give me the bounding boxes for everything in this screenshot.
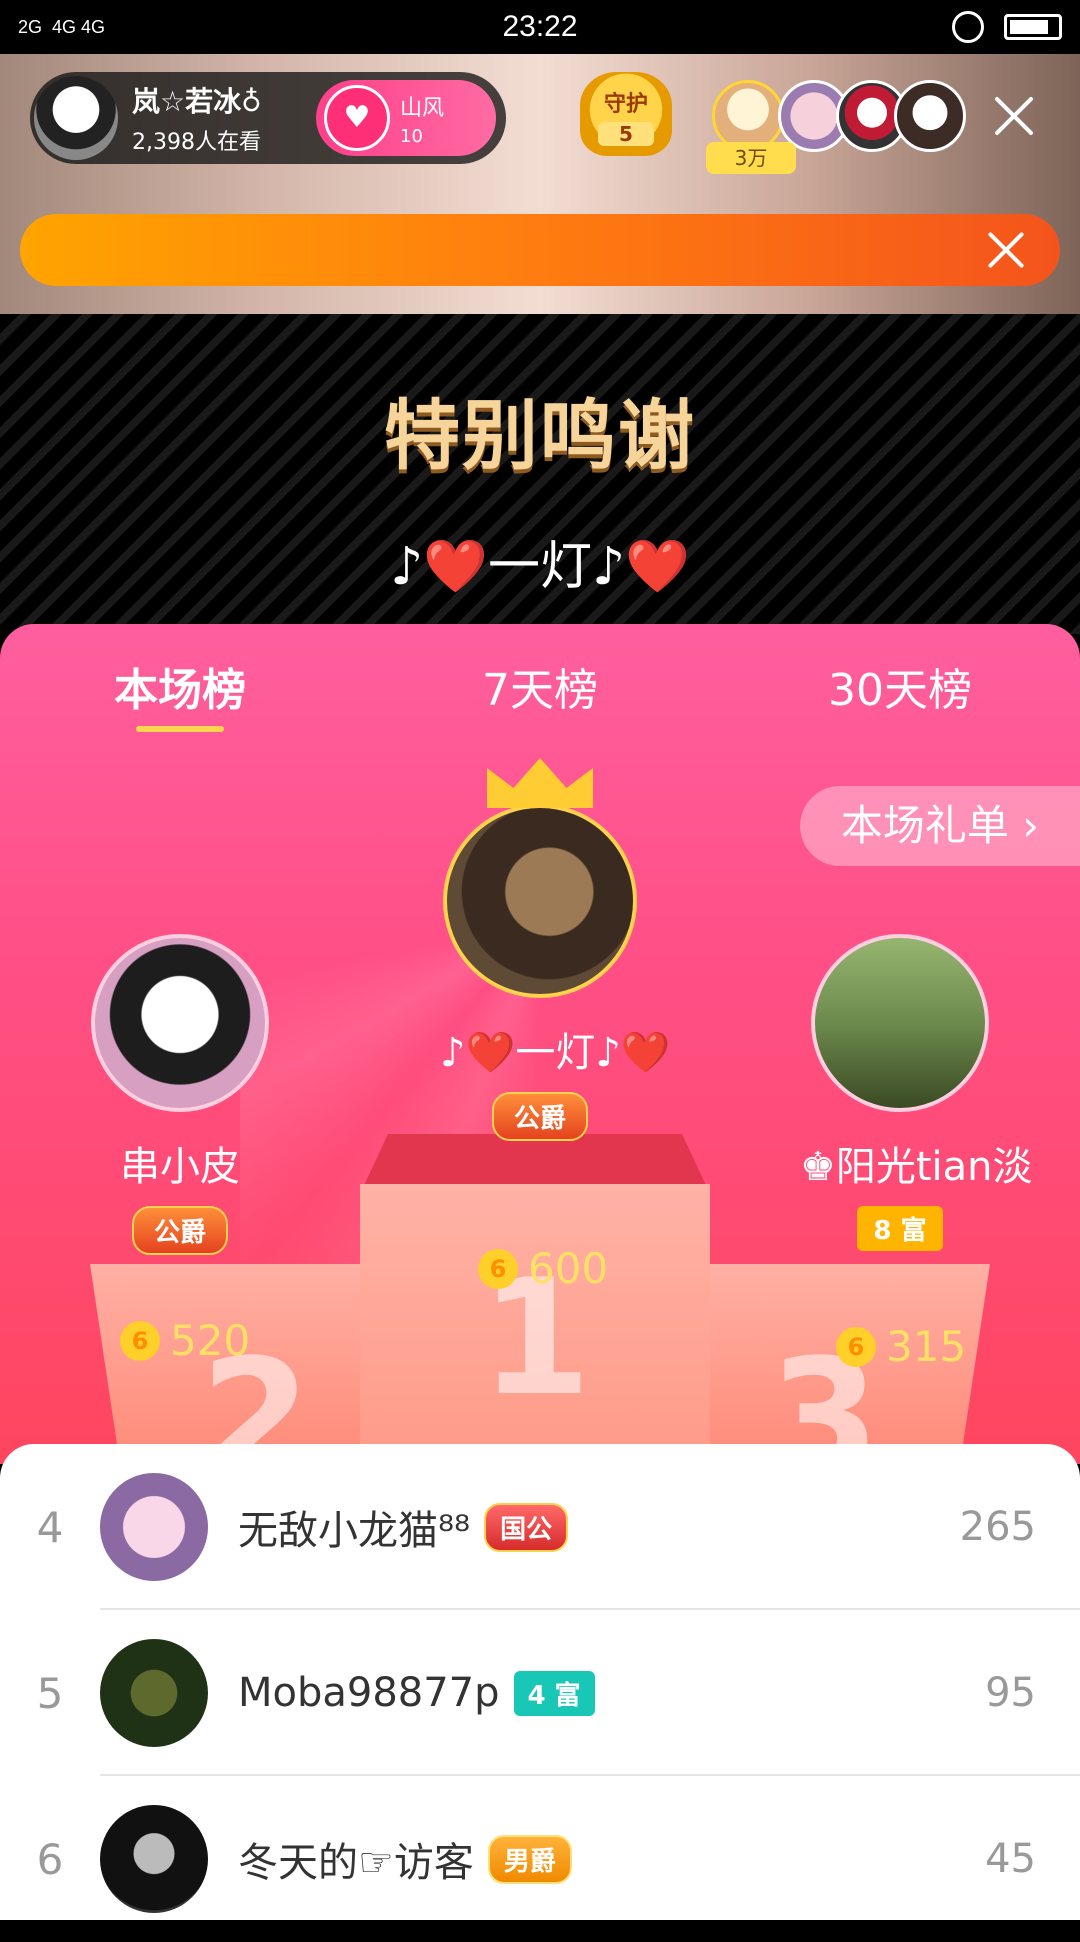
special-thanks-section: 特别鸣谢 ♪❤️一灯♪❤️	[0, 314, 1080, 634]
crown-icon	[487, 758, 593, 808]
first-place-name: ♪❤️一灯♪❤️	[440, 1030, 671, 1076]
host-name: 岚☆若冰♁	[132, 85, 262, 118]
battery-icon	[1004, 14, 1062, 40]
close-icon[interactable]	[992, 94, 1036, 138]
rich-level-badge: 8 富	[857, 1206, 943, 1251]
ranking-tabs: 本场榜 7天榜 30天榜	[0, 624, 1080, 734]
coin-icon: 6	[478, 1248, 518, 1289]
user-avatar[interactable]	[100, 1473, 208, 1581]
rank-number: 4	[36, 1502, 64, 1552]
rich-level-badge: 4 富	[513, 1670, 595, 1716]
third-place-name: ♚阳光tian淡	[800, 1144, 1033, 1190]
coin-icon: 6	[836, 1326, 876, 1367]
user-name: Moba98877p	[238, 1670, 500, 1716]
clock: 23:22	[502, 10, 578, 43]
active-tab-indicator	[136, 726, 224, 732]
fan-club-level: 10	[400, 125, 423, 147]
guard-count: 5	[598, 122, 654, 146]
gift-list-button[interactable]: 本场礼单 ›	[800, 786, 1080, 866]
user-avatar[interactable]	[100, 1639, 208, 1747]
noble-badge: 男爵	[487, 1834, 572, 1884]
live-room-header: 岚☆若冰♁ 2,398人在看 ♥ 山风 10 守护 5 3万	[0, 54, 1080, 314]
leaderboard-list: 4 无敌小龙猫⁸⁸ 国公 265 5 Moba98877p 4 富 95 6 冬…	[0, 1444, 1080, 1920]
third-place-score: 6 315	[836, 1322, 966, 1371]
viewer-count: 2,398人在看	[132, 130, 261, 155]
host-avatar[interactable]	[34, 76, 118, 160]
noble-badge: 公爵	[491, 1092, 588, 1141]
first-place-avatar[interactable]	[443, 804, 637, 998]
leaderboard-row[interactable]: 5 Moba98877p 4 富 95	[0, 1610, 1080, 1776]
second-place-score: 6 520	[120, 1316, 250, 1365]
second-place-avatar[interactable]	[91, 934, 269, 1112]
user-avatar[interactable]	[100, 1805, 208, 1913]
audience-coins-badge: 3万	[706, 142, 796, 174]
guard-label: 守护	[603, 92, 648, 117]
status-bar: 2G 4G 4G 23:22	[0, 0, 1080, 54]
host-info-pill[interactable]: 岚☆若冰♁ 2,398人在看 ♥ 山风 10	[30, 72, 506, 164]
user-score: 265	[959, 1504, 1036, 1550]
fan-club-name: 山风	[400, 95, 445, 121]
score-value: 315	[886, 1322, 967, 1371]
user-name: 无敌小龙猫⁸⁸	[238, 1508, 471, 1554]
first-place-user[interactable]: ♪❤️一灯♪❤️ 公爵	[440, 758, 671, 1141]
close-banner-icon[interactable]	[986, 230, 1026, 270]
rank-number: 6	[36, 1834, 64, 1884]
leaderboard-row[interactable]: 4 无敌小龙猫⁸⁸ 国公 265	[0, 1444, 1080, 1610]
noble-badge: 国公	[484, 1502, 569, 1552]
second-place-user[interactable]: 串小皮 公爵	[80, 934, 280, 1255]
tab-7-days[interactable]: 7天榜	[420, 654, 660, 718]
leaderboard-row[interactable]: 6 冬天的☞访客 男爵 45	[0, 1776, 1080, 1942]
score-value: 600	[528, 1244, 609, 1293]
user-score: 95	[985, 1670, 1036, 1716]
third-place-user[interactable]: ♚阳光tian淡 8 富	[800, 934, 1033, 1251]
audience-avatar[interactable]	[894, 80, 966, 152]
coin-icon: 6	[120, 1320, 160, 1361]
fan-club-button[interactable]: ♥ 山风 10	[316, 80, 496, 156]
score-value: 520	[170, 1316, 251, 1365]
guard-badge[interactable]: 守护 5	[580, 72, 672, 156]
ranking-panel: 本场榜 7天榜 30天榜 本场礼单 › 1 2 3 ♪❤️一灯♪❤️ 公爵 串小…	[0, 624, 1080, 1464]
rank-number: 5	[36, 1668, 64, 1718]
noble-badge: 公爵	[131, 1206, 228, 1255]
tab-30-days[interactable]: 30天榜	[780, 654, 1020, 718]
heart-icon: ♥	[324, 85, 390, 151]
special-thanks-title: 特别鸣谢	[384, 391, 696, 480]
first-place-score: 6 600	[478, 1244, 608, 1293]
banner-bar[interactable]	[20, 214, 1060, 286]
third-place-avatar[interactable]	[811, 934, 989, 1112]
user-name: 冬天的☞访客	[238, 1840, 474, 1886]
tab-this-show[interactable]: 本场榜	[60, 654, 300, 718]
user-score: 45	[985, 1836, 1036, 1882]
second-place-name: 串小皮	[120, 1144, 240, 1190]
special-thanks-name: ♪❤️一灯♪❤️	[390, 537, 690, 597]
